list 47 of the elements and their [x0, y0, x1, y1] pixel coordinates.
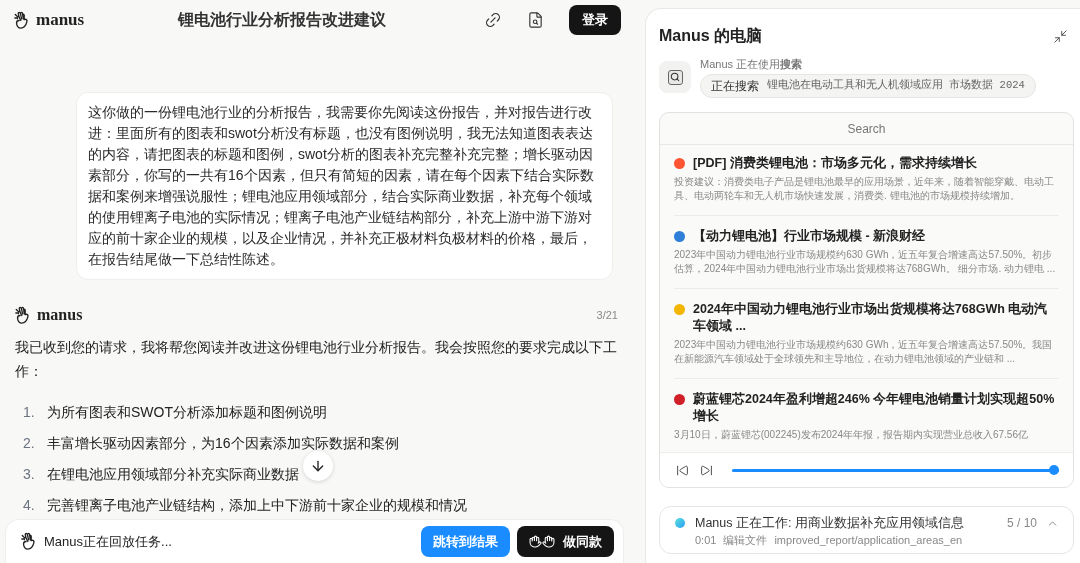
replay-status: Manus正在回放任务... — [44, 532, 172, 551]
hand-logo-icon — [21, 532, 38, 551]
list-item-text: 为所有图表和SWOT分析添加标题和图例说明 — [47, 402, 327, 422]
task-step-count: 5 / 10 — [1006, 515, 1037, 531]
login-button[interactable]: 登录 — [569, 5, 621, 35]
minimize-icon — [1052, 28, 1068, 44]
result-title[interactable]: [PDF] 消费类锂电池：市场多元化，需求持续增长 — [693, 155, 977, 172]
make-same-button[interactable]: 做同款 — [517, 526, 614, 557]
skip-back-icon — [675, 463, 689, 477]
result-title[interactable]: 2024年中国动力锂电池行业市场出货规模将达768GWh 电动汽车领域 ... — [693, 301, 1059, 335]
skip-forward-icon — [699, 463, 713, 477]
chat-title: 锂电池行业分析报告改进建议 — [177, 10, 386, 30]
action-label: 正在搜索 — [711, 78, 759, 95]
list-item-text: 在锂电池应用领域部分补充实际商业数据 — [47, 464, 299, 484]
panel-title: Manus 的电脑 — [659, 26, 763, 46]
assistant-message: 我已收到您的请求，我将帮您阅读并改进这份锂电池行业分析报告。我会按照您的要求完成以下工作： — [15, 338, 618, 381]
file-path: improved_report/application_areas_en — [774, 533, 963, 547]
scroll-down-button[interactable] — [303, 451, 333, 481]
task-action: 编辑文件 — [723, 533, 768, 547]
slider-thumb[interactable] — [1049, 465, 1059, 475]
assistant-name: manus — [37, 305, 83, 325]
result-snippet: 2023年中国动力锂电池行业市场规模约630 GWh，近五年复合增速高达57.50%。初步估算，2024年中国动力锂电池行业市场出货规模将达768GWh。 细分市场. 动力锂电 ... — [674, 248, 1057, 276]
result-title[interactable]: 蔚蓝锂芯2024年盈利增超246% 今年锂电池销量计划实现超50%增长 — [693, 391, 1059, 425]
task-time: 0:01 — [695, 533, 717, 547]
hand-logo-icon — [15, 305, 32, 325]
result-snippet: 3月10日，蔚蓝锂芯(002245)发布2024年年报，报告期内实现营业总收入67.56亿 — [674, 428, 1029, 442]
list-number: 4. — [23, 495, 36, 515]
user-message: 这你做的一份锂电池行业的分析报告，我需要你先阅读这份报告，并对报告进行改进：里面所有的图表和swot分析没有标题，也没有图例说明，我无法知道图表表达的内容，请把图表的标题和图例，swot分析的图表补充完整补充完整；增长驱动因素部分，你写的一共有16个因素，但只有简短的因素，请在每个因素下结合实际数据和案例来增强说服性；锂电池应用领域部分，结合实际商业数据，补充每个领域的使用锂离子电池的实际情况；锂离子电池产业链结构部分，补充上游中游下游对应的前十家企业的规模，以及企业情况，并补充正极材料负极材料的价格，最后，在报告结尾做一下总结性陈述。 — [88, 103, 595, 269]
search-tool-icon — [659, 61, 691, 93]
list-number: 1. — [23, 402, 36, 422]
result-snippet: 投资建议：消费类电子产品是锂电池最早的应用场景，近年来，随着智能穿戴、电动工具、电动两轮车和无人机市场快速发展，消费类. 锂电池的市场规模持续增加。 — [674, 175, 1055, 203]
logo-text: manus — [36, 10, 85, 30]
hands-icon — [529, 534, 555, 549]
step-counter: 3/21 — [596, 307, 618, 323]
list-number: 3. — [23, 464, 36, 484]
arrow-down-icon — [310, 458, 326, 474]
list-item-text: 丰富增长驱动因素部分，为16个因素添加实际数据和案例 — [47, 433, 399, 453]
result-snippet: 2023年中国动力锂电池行业市场规模约630 GWh，近五年复合增速高达57.50%。我国在新能源汽车领域处于全球领先和主导地位，在动力锂电池领域的产业链和 ... — [674, 338, 1054, 366]
list-item-text: 完善锂离子电池产业链结构，添加上中下游前十家企业的规模和情况 — [47, 495, 467, 515]
search-query: 锂电池在电动工具和无人机领域应用 市场数据 2024 — [767, 78, 1025, 94]
browser-title: Search — [847, 120, 886, 138]
file-search-icon — [526, 11, 544, 29]
result-title[interactable]: 【动力锂电池】行业市场规模 - 新浪财经 — [693, 228, 926, 245]
task-title: Manus 正在工作: 用商业数据补充应用领域信息 — [695, 515, 964, 531]
hand-logo-icon — [14, 10, 31, 30]
list-number: 2. — [23, 433, 36, 453]
tool-status: Manus 正在使用搜索 — [700, 57, 803, 71]
